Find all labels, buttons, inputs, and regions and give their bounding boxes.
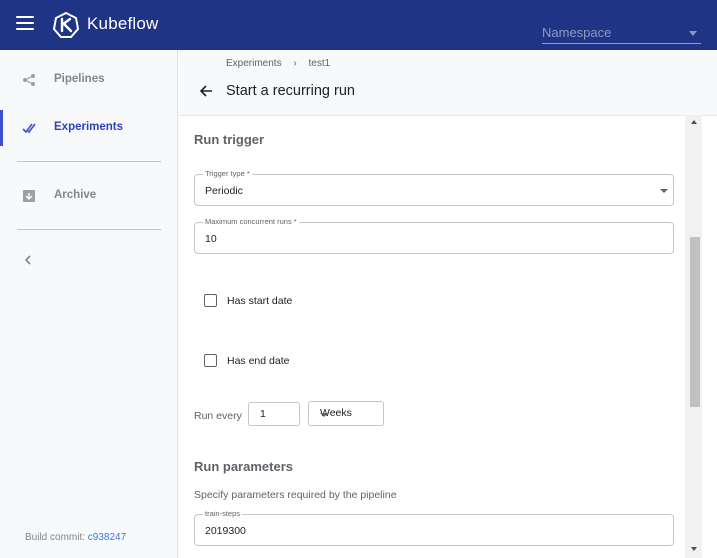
max-concurrent-runs-input[interactable]: Maximum concurrent runs * 10 [194,217,674,254]
run-parameters-description: Specify parameters required by the pipel… [194,489,397,501]
breadcrumb: Experiments › test1 [226,58,330,69]
sidebar-divider [17,161,161,162]
namespace-placeholder: Namespace [542,25,612,40]
chevron-down-icon [689,31,697,36]
scroll-up-arrow-icon[interactable] [691,120,697,124]
max-concurrent-runs-value: 10 [205,233,217,245]
top-app-bar: Kubeflow Namespace [0,0,717,50]
sidebar-item-label: Archive [54,189,97,201]
back-arrow-icon[interactable] [198,83,214,99]
has-start-date-checkbox[interactable] [204,294,217,307]
breadcrumb-test1[interactable]: test1 [308,58,330,69]
trigger-type-label: Trigger type * [203,169,252,179]
sidebar-item-archive[interactable]: Archive [0,178,178,214]
sidebar-item-experiments[interactable]: Experiments [0,110,178,146]
build-commit: Build commit: c938247 [25,532,126,543]
brand-name: Kubeflow [87,14,159,33]
param-train-steps-value: 2019300 [205,525,246,537]
page-title: Start a recurring run [226,83,355,99]
run-every-value: 1 [260,408,266,420]
sidebar-item-pipelines[interactable]: Pipelines [0,62,178,98]
sidebar-item-label: Experiments [54,121,124,133]
scroll-down-arrow-icon[interactable] [691,547,697,551]
run-every-label: Run every [194,410,242,422]
trigger-type-value: Periodic [205,185,243,197]
chevron-down-icon [320,413,328,417]
has-end-date-checkbox[interactable] [204,354,217,367]
menu-icon[interactable] [16,16,34,32]
run-every-unit-select[interactable]: Weeks [308,401,384,426]
sidebar: Pipelines Experiments Archive Build comm… [0,50,178,558]
kubeflow-logo-icon [53,12,79,38]
has-start-date-label: Has start date [227,295,293,307]
run-trigger-heading: Run trigger [194,132,265,147]
archive-icon [23,190,35,202]
run-every-input[interactable]: 1 [248,402,300,426]
trigger-type-select[interactable]: Trigger type * Periodic [194,169,674,206]
scrollbar-thumb[interactable] [690,237,700,407]
experiments-icon [22,123,36,134]
breadcrumb-separator: › [293,58,297,69]
pipelines-icon [23,74,35,86]
breadcrumb-experiments[interactable]: Experiments [226,58,282,69]
namespace-select[interactable]: Namespace [542,22,701,44]
param-train-steps-label: train-steps [203,509,243,519]
chevron-down-icon [660,189,668,193]
param-train-steps-input[interactable]: train-steps 2019300 [194,509,674,546]
run-parameters-heading: Run parameters [194,459,293,474]
build-commit-label: Build commit: [25,532,86,543]
sidebar-item-label: Pipelines [54,73,105,85]
build-commit-link[interactable]: c938247 [88,532,126,543]
has-end-date-label: Has end date [227,355,290,367]
collapse-sidebar-chevron-left-icon[interactable] [21,253,35,267]
sidebar-divider [17,229,161,230]
max-concurrent-runs-label: Maximum concurrent runs * [203,217,299,227]
